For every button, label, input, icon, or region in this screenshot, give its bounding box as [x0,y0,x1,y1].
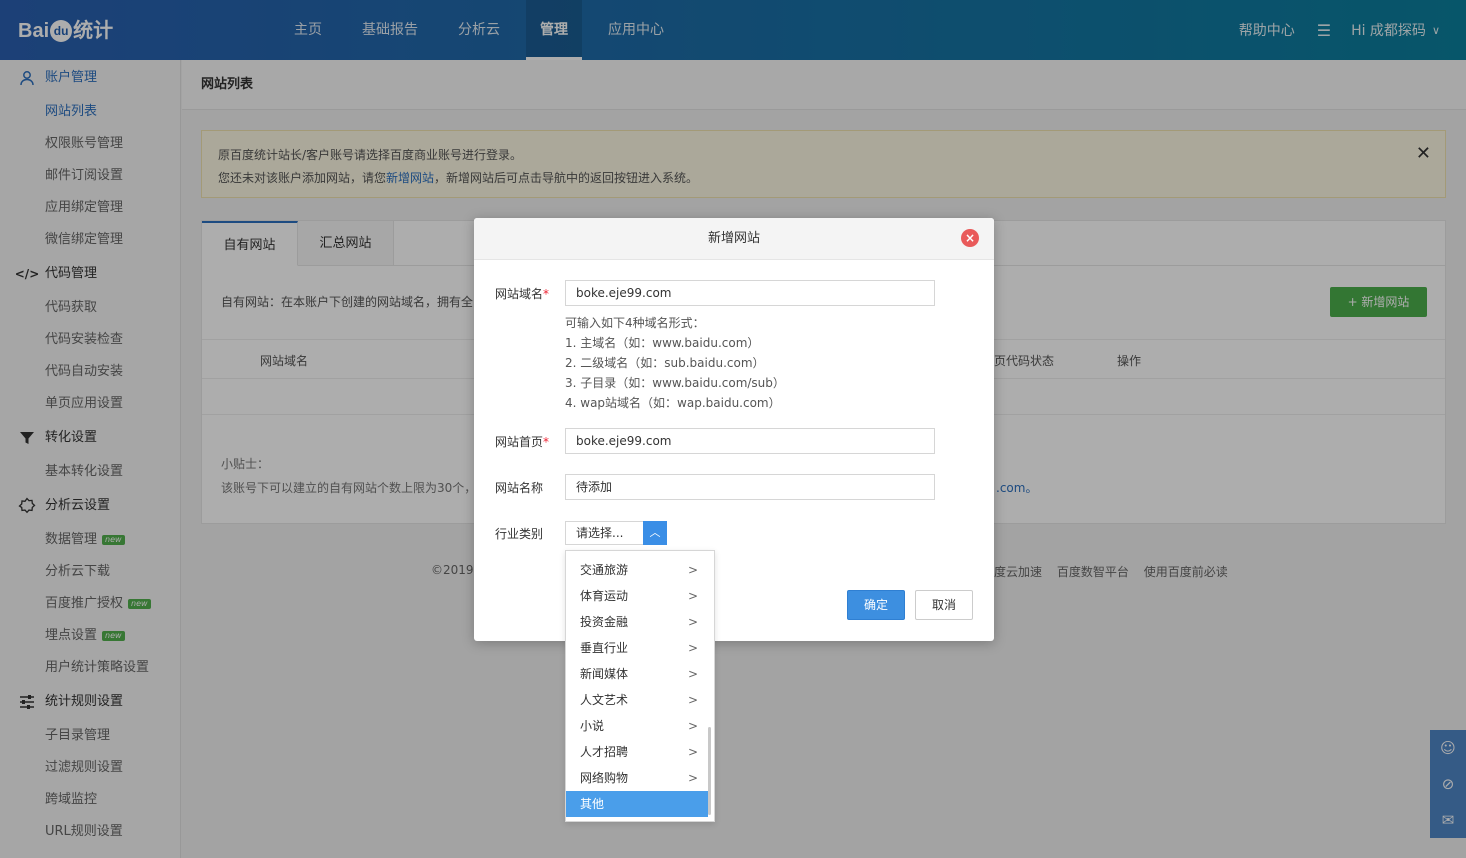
list-item[interactable]: 投资金融 > [566,609,708,635]
chevron-right-icon: > [687,563,698,577]
domain-hint: 可输入如下4种域名形式： 1. 主域名（如：www.baidu.com） 2. … [565,316,785,410]
industry-label: 行业类别 [495,527,544,541]
industry-select[interactable]: 请选择... ︿ [565,521,667,545]
chevron-right-icon: > [687,719,698,733]
cancel-button[interactable]: 取消 [915,590,973,620]
list-item[interactable]: 体育运动 > [566,583,708,609]
site-name-label: 网站名称 [495,481,544,495]
add-site-dialog: 新增网站 × 网站域名* boke.eje99.com 可输入如下4种域名形式：… [474,218,994,641]
list-item[interactable]: 垂直行业 > [566,635,708,661]
close-icon[interactable]: × [961,229,979,247]
chevron-right-icon: > [687,589,698,603]
dialog-title: 新增网站 [474,218,994,260]
list-item[interactable]: 新闻媒体 > [566,661,708,687]
chevron-right-icon: > [687,771,698,785]
list-item[interactable]: 人才招聘 > [566,739,708,765]
homepage-input[interactable]: boke.eje99.com [565,428,935,454]
list-item[interactable]: 交通旅游 > [566,557,708,583]
confirm-button[interactable]: 确定 [847,590,905,620]
list-item[interactable]: 人文艺术 > [566,687,708,713]
dropdown-scrollbar[interactable] [708,727,711,815]
domain-input[interactable]: boke.eje99.com [565,280,935,306]
list-item-selected[interactable]: 其他 [566,791,708,817]
chevron-right-icon: > [687,615,698,629]
list-item[interactable]: 小说 > [566,713,708,739]
chevron-up-icon[interactable]: ︿ [643,521,667,545]
homepage-label: 网站首页* [495,435,550,449]
chevron-right-icon: > [687,693,698,707]
industry-dropdown: 交通旅游 > 体育运动 > 投资金融 > 垂直行业 > 新闻媒体 > 人文艺术 > 小说 > … [565,550,715,822]
chevron-right-icon: > [687,641,698,655]
chevron-right-icon: > [687,667,698,681]
list-item[interactable]: 网络购物 > [566,765,708,791]
domain-label: 网站域名* [495,287,550,301]
site-name-input[interactable]: 待添加 [565,474,935,500]
chevron-right-icon: > [687,745,698,759]
